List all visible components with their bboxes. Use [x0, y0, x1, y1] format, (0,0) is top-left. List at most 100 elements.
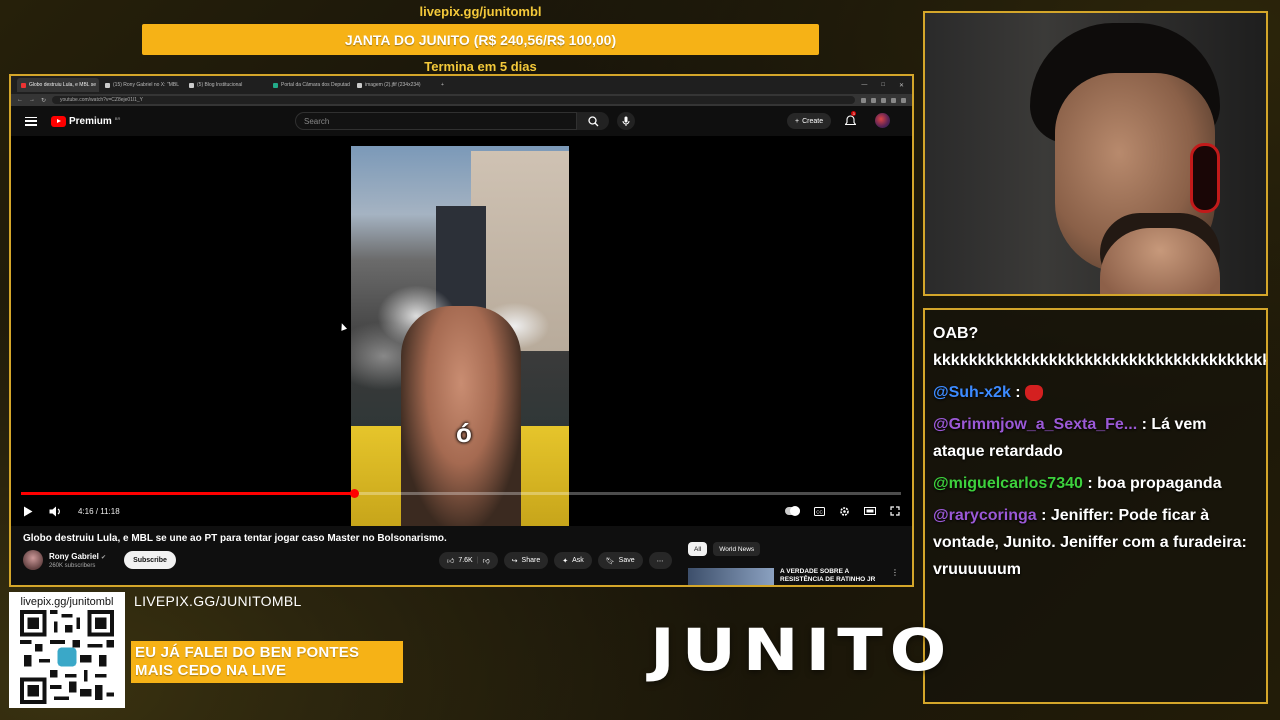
subscriber-count: 260K subscribers	[49, 562, 96, 569]
video-title: Globo destruiu Lula, e MBL se une ao PT …	[23, 533, 447, 544]
share-button[interactable]: ↪ Share	[503, 552, 549, 569]
save-label: Save	[618, 557, 635, 564]
back-icon[interactable]: ←	[17, 97, 23, 103]
recommended-video[interactable]: A VERDADE SOBRE A RESISTÊNCIA DE RATINHO…	[688, 568, 899, 585]
red-creature-emoji-icon	[1025, 384, 1044, 401]
chat-message: OAB? kkkkkkkkkkkkkkkkkkkkkkkkkkkkkkkkkkk…	[933, 320, 1266, 374]
webcam-feed	[923, 11, 1268, 296]
search-input[interactable]: Search	[295, 112, 577, 130]
extensions	[861, 97, 906, 103]
autoplay-toggle[interactable]	[785, 506, 800, 516]
progress-scrubber[interactable]	[349, 489, 359, 498]
progress-fill	[21, 492, 354, 495]
tab-camara[interactable]: Portal da Câmara dos Deputad	[269, 78, 351, 92]
like-count: 7.6K	[458, 557, 473, 564]
more-vertical-icon[interactable]: ⋮	[891, 568, 899, 585]
camara-icon	[273, 82, 278, 88]
plus-icon: +	[795, 117, 800, 125]
tab-label: imagem (2).jfif (234x234)	[365, 82, 421, 88]
tab-image[interactable]: imagem (2).jfif (234x234)	[353, 78, 435, 92]
like-button[interactable]: 👍︎ 7.6K | 👎︎	[439, 552, 498, 569]
microphone-icon	[622, 116, 630, 126]
minimize-icon[interactable]: —	[861, 82, 867, 89]
video-actions: 👍︎ 7.6K | 👎︎ ↪ Share ✦ Ask 🔖︎ Save ⋯	[439, 552, 672, 569]
tab-blog[interactable]: (5) Blog Institucional	[185, 78, 267, 92]
tab-strip: Globo destruiu Lula, e MBL se (15) Rony …	[11, 76, 912, 94]
bell-icon	[844, 115, 857, 126]
extension-icon[interactable]	[881, 97, 886, 103]
qr-code-label: livepix.gg/junitombl	[20, 596, 114, 608]
youtube-play-icon	[51, 115, 66, 127]
tab-x-rony[interactable]: (15) Rony Gabriel no X: "MBL	[101, 78, 183, 92]
account-avatar[interactable]	[875, 113, 890, 128]
more-actions-button[interactable]: ⋯	[648, 552, 672, 569]
search-button[interactable]	[577, 112, 609, 130]
extension-icon[interactable]	[891, 97, 896, 103]
volume-icon[interactable]	[49, 506, 62, 517]
share-label: Share	[521, 557, 541, 564]
video-frame[interactable]	[351, 146, 569, 526]
video-caption: ó	[456, 418, 472, 448]
mouse-cursor-icon	[338, 322, 348, 331]
time-display: 4:16 / 11:18	[78, 506, 120, 516]
tab-youtube[interactable]: Globo destruiu Lula, e MBL se	[17, 78, 99, 92]
extension-icon[interactable]	[861, 97, 866, 103]
notifications-button[interactable]: 3	[844, 111, 857, 132]
ask-label: Ask	[572, 557, 584, 564]
livepix-url: LIVEPIX.GG/JUNITOMBL	[134, 593, 302, 609]
hamburger-menu-icon[interactable]	[25, 116, 37, 126]
svg-text:CC: CC	[816, 509, 823, 514]
search-icon	[587, 115, 598, 126]
more-horizontal-icon: ⋯	[656, 557, 664, 565]
reload-icon[interactable]: ↻	[41, 97, 46, 104]
close-icon[interactable]: ✕	[899, 82, 904, 89]
browser-window: Globo destruiu Lula, e MBL se (15) Rony …	[9, 74, 914, 587]
player-controls: 4:16 / 11:18 CC	[11, 500, 912, 522]
live-chat: OAB? kkkkkkkkkkkkkkkkkkkkkkkkkkkkkkkkkkk…	[923, 308, 1268, 704]
video-player[interactable]: ó 4:16 / 11:18 CC	[11, 136, 912, 526]
chat-username[interactable]: @miguelcarlos7340	[933, 475, 1083, 492]
channel-row: Rony Gabriel ✔ 260K subscribers Subscrib…	[23, 550, 176, 570]
theater-mode-icon[interactable]	[864, 507, 876, 515]
recommended-title[interactable]: A VERDADE SOBRE A RESISTÊNCIA DE RATINHO…	[780, 568, 885, 585]
chat-username[interactable]: @Grimmjow_a_Sexta_Fe...	[933, 416, 1137, 433]
livepix-url-top: livepix.gg/junitombl	[419, 4, 542, 19]
create-label: Create	[802, 117, 824, 125]
recommended-thumbnail[interactable]	[688, 568, 774, 585]
chip-world-news[interactable]: World News	[713, 542, 761, 556]
announcement-ticker: EU JÁ FALEI DO BEN PONTES MAIS CEDO NA L…	[131, 641, 403, 683]
tab-label: (5) Blog Institucional	[197, 82, 243, 88]
new-tab-button[interactable]: +	[437, 78, 447, 92]
extension-icon[interactable]	[901, 97, 906, 103]
channel-avatar[interactable]	[23, 550, 43, 570]
window-controls: — □ ✕	[861, 82, 912, 89]
captions-icon[interactable]: CC	[814, 506, 825, 516]
create-button[interactable]: + Create	[787, 113, 832, 129]
maximize-icon[interactable]: □	[881, 82, 885, 89]
thumbs-down-icon[interactable]: 👎︎	[483, 556, 490, 565]
chat-text: boa propaganda	[1097, 475, 1222, 492]
save-button[interactable]: 🔖︎ Save	[597, 552, 643, 569]
fullscreen-icon[interactable]	[890, 506, 900, 516]
subscribe-button[interactable]: Subscribe	[124, 551, 176, 569]
settings-gear-icon[interactable]	[839, 506, 850, 517]
play-icon[interactable]	[23, 506, 33, 517]
channel-name[interactable]: Rony Gabriel ✔	[49, 552, 106, 561]
chat-text: OAB? kkkkkkkkkkkkkkkkkkkkkkkkkkkkkkkkkkk…	[933, 325, 1266, 369]
ask-button[interactable]: ✦ Ask	[554, 552, 592, 569]
x-icon	[105, 82, 110, 88]
tab-label: Portal da Câmara dos Deputad	[281, 82, 350, 88]
youtube-logo[interactable]: Premium BR	[51, 115, 120, 127]
sparkle-icon: ✦	[562, 557, 569, 565]
voice-search-button[interactable]	[617, 112, 635, 130]
progress-bar[interactable]	[21, 489, 901, 498]
chip-all[interactable]: All	[688, 542, 708, 556]
chat-username[interactable]: @rarycoringa	[933, 507, 1037, 524]
recommendation-chips: All World News	[688, 542, 761, 556]
donation-goal-deadline: Termina em 5 dias	[424, 59, 537, 74]
chat-username[interactable]: @Suh-x2k	[933, 384, 1011, 401]
verified-icon: ✔	[101, 554, 107, 561]
extension-icon[interactable]	[871, 97, 876, 103]
url-field[interactable]: youtube.com/watch?v=CZ8eje01l1_Y	[52, 96, 855, 104]
forward-icon[interactable]: →	[29, 97, 35, 103]
